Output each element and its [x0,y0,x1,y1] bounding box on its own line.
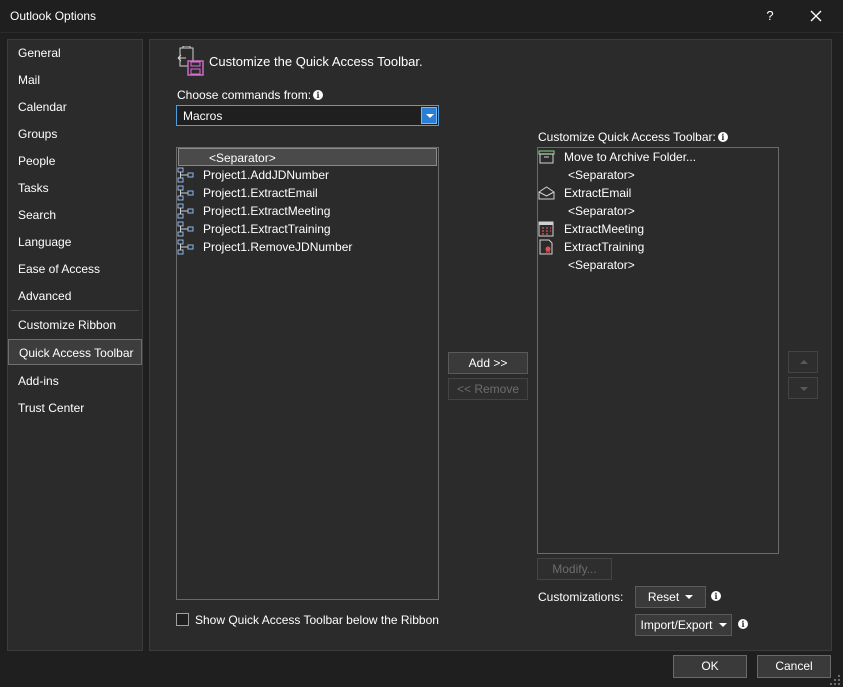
import-export-button[interactable]: Import/Export [635,614,732,636]
macro-icon [177,221,194,237]
list-item-label: <Separator> [568,204,635,218]
info-icon[interactable]: i [738,619,748,629]
list-item[interactable]: Project1.ExtractTraining [177,220,438,238]
list-item-label: <Separator> [568,168,635,182]
show-below-ribbon-label[interactable]: Show Quick Access Toolbar below the Ribb… [195,613,439,627]
choose-commands-dropdown[interactable]: Macros [176,105,439,126]
chevron-down-icon [685,595,694,599]
import-export-button-label: Import/Export [640,618,713,632]
qat-list-label: Customize Quick Access Toolbar: i [538,130,728,144]
list-item-label: Project1.AddJDNumber [203,168,330,182]
info-icon[interactable]: i [717,132,728,142]
quick-access-toolbar-icon [177,46,204,76]
reset-button[interactable]: Reset [635,586,706,608]
qat-list-label-text: Customize Quick Access Toolbar: [538,130,716,144]
nav-item-calendar[interactable]: Calendar [8,94,142,120]
choose-commands-value: Macros [183,109,223,123]
show-below-ribbon-checkbox[interactable] [176,613,189,626]
list-item[interactable]: <Separator> [538,202,778,220]
qat-commands-list[interactable]: Move to Archive Folder... <Separator> Ex… [537,147,779,554]
list-item[interactable]: ExtractEmail [538,184,778,202]
help-button[interactable]: ? [760,6,780,26]
window-title: Outlook Options [10,9,97,23]
options-nav: General Mail Calendar Groups People Task… [7,39,143,651]
nav-item-groups[interactable]: Groups [8,121,142,147]
ok-button[interactable]: OK [673,655,747,678]
add-button-label: Add >> [468,356,508,370]
move-up-button[interactable] [788,351,818,373]
list-item[interactable]: <Separator> [538,256,778,274]
add-button[interactable]: Add >> [448,352,528,374]
title-bar: Outlook Options ? [0,0,843,33]
cancel-button[interactable]: Cancel [757,655,831,678]
nav-item-tasks[interactable]: Tasks [8,175,142,201]
list-item-label: ExtractMeeting [564,222,645,236]
nav-item-ease-of-access[interactable]: Ease of Access [8,256,142,282]
arrow-up-icon [800,360,808,364]
nav-item-quick-access-toolbar[interactable]: Quick Access Toolbar [8,339,142,365]
nav-item-trust-center[interactable]: Trust Center [8,395,142,421]
macro-icon [177,185,194,201]
list-item-label: Project1.ExtractEmail [203,186,318,200]
choose-commands-label-text: Choose commands from: [177,88,312,102]
list-item[interactable]: ExtractTraining [538,238,778,256]
macro-icon [177,239,194,255]
macro-icon [177,203,194,219]
chevron-down-icon [718,623,727,627]
remove-button[interactable]: << Remove [448,378,528,400]
arrow-down-icon [800,387,808,391]
nav-item-language[interactable]: Language [8,229,142,255]
nav-item-people[interactable]: People [8,148,142,174]
ok-button-label: OK [701,659,719,673]
choose-commands-label: Choose commands from: i [177,88,324,102]
list-item-label: Project1.RemoveJDNumber [203,240,353,254]
modify-button[interactable]: Modify... [537,558,612,580]
list-item-label: Project1.ExtractMeeting [203,204,331,218]
list-item[interactable]: Project1.ExtractMeeting [177,202,438,220]
list-item[interactable]: <Separator> [538,166,778,184]
nav-item-advanced[interactable]: Advanced [8,283,142,309]
list-item[interactable]: Project1.ExtractEmail [177,184,438,202]
page-title: Customize the Quick Access Toolbar. [209,54,423,69]
archive-icon [538,150,555,164]
envelope-icon [538,186,555,200]
remove-button-label: << Remove [456,382,520,396]
cancel-button-label: Cancel [775,659,813,673]
certificate-icon [539,239,553,255]
list-item-label: <Separator> [209,151,276,165]
close-icon [810,10,822,22]
nav-item-general[interactable]: General [8,40,142,66]
nav-item-search[interactable]: Search [8,202,142,228]
list-item-label: Move to Archive Folder... [564,150,697,164]
list-item[interactable]: Move to Archive Folder... [538,148,778,166]
list-item[interactable]: ExtractMeeting [538,220,778,238]
list-item-label: ExtractEmail [564,186,632,200]
move-down-button[interactable] [788,377,818,399]
info-icon[interactable]: i [313,90,324,100]
list-item[interactable]: Project1.AddJDNumber [177,166,438,184]
customizations-label: Customizations: [538,590,624,604]
available-commands-list[interactable]: <Separator> Project1.AddJDNumber Project… [176,147,439,600]
nav-item-add-ins[interactable]: Add-ins [8,368,142,394]
calendar-icon [538,221,554,237]
nav-divider [11,310,139,311]
nav-item-mail[interactable]: Mail [8,67,142,93]
reset-button-label: Reset [647,590,680,604]
resize-grip-icon[interactable] [829,674,841,686]
list-item[interactable]: Project1.RemoveJDNumber [177,238,438,256]
dropdown-arrow-icon[interactable] [421,107,437,124]
modify-button-label: Modify... [552,562,597,576]
list-item-label: ExtractTraining [564,240,645,254]
list-item-label: <Separator> [568,258,635,272]
nav-item-customize-ribbon[interactable]: Customize Ribbon [8,312,142,338]
info-icon[interactable]: i [711,591,721,601]
macro-icon [177,167,194,183]
list-item-label: Project1.ExtractTraining [203,222,331,236]
close-button[interactable] [804,4,828,28]
list-item[interactable]: <Separator> [178,148,437,166]
